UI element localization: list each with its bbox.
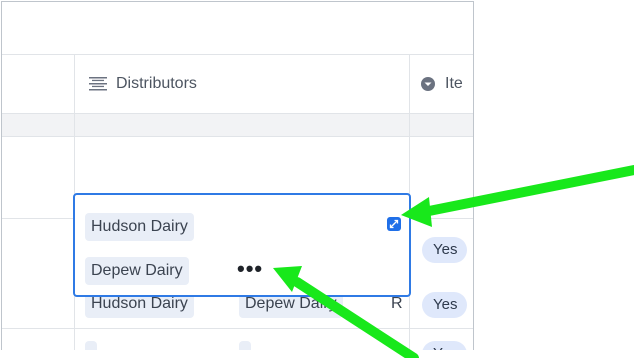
annotation-arrows xyxy=(273,165,634,358)
screenshot-stage: Distributors Ite Hudson Dairy Depew Dair… xyxy=(0,0,634,358)
